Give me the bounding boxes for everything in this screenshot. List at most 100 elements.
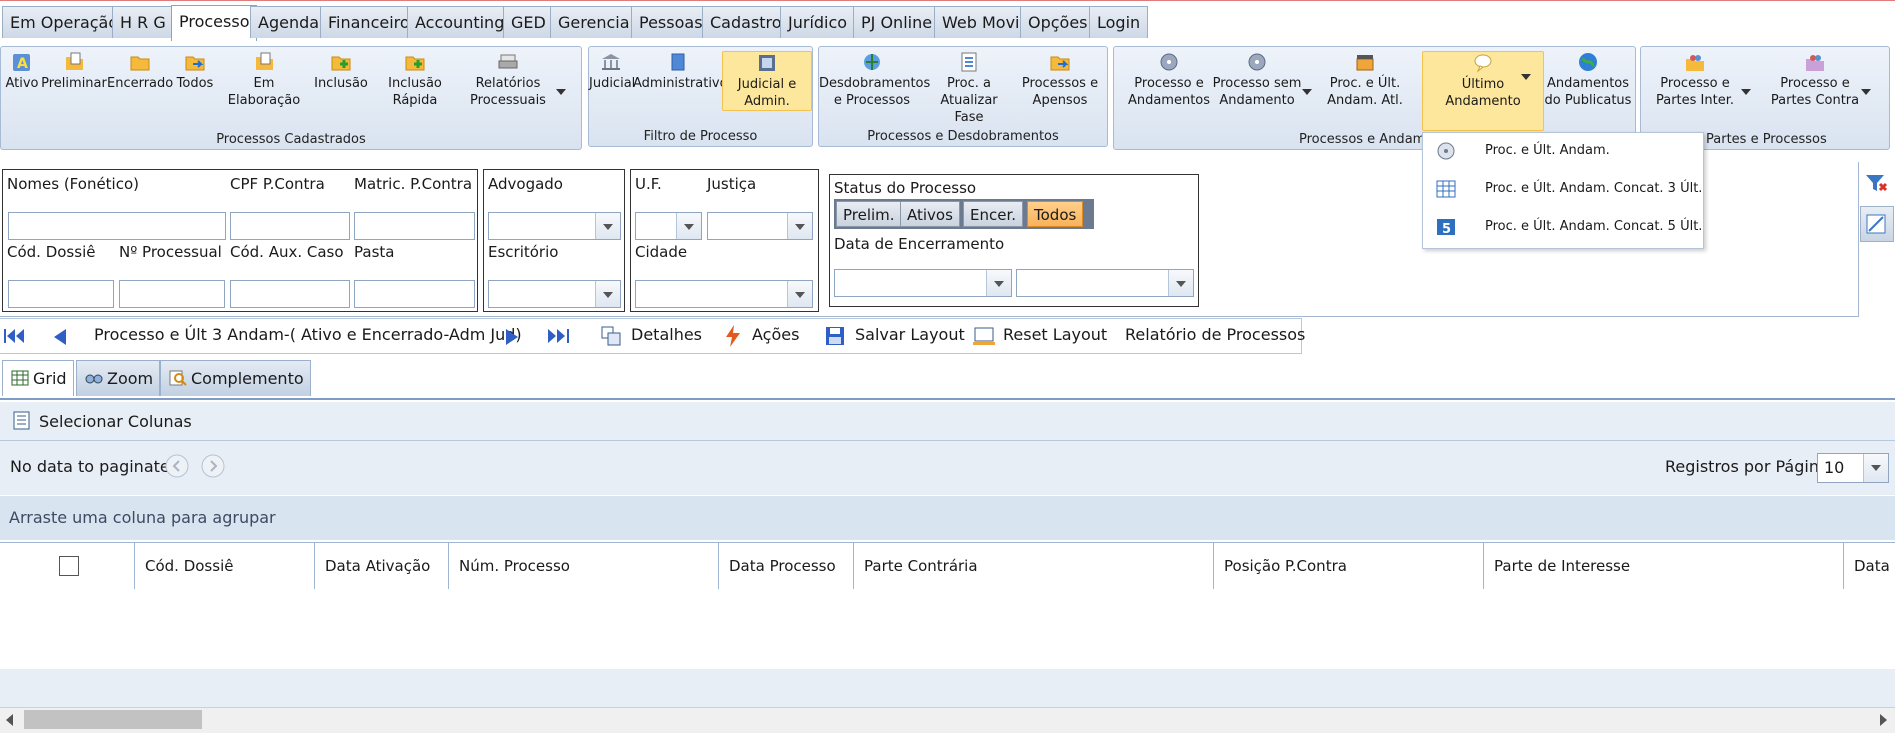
column-header-data-processo[interactable]: Data Processo <box>719 543 854 589</box>
side-panel-button[interactable] <box>1860 206 1894 242</box>
chevron-down-icon[interactable] <box>676 213 701 239</box>
next-record-icon[interactable] <box>502 327 522 347</box>
menu-tab-web-movi[interactable]: Web Movi <box>934 6 1028 38</box>
ultimo-andamento-dropdown-arrow-icon[interactable] <box>1521 74 1531 80</box>
popup-item-concat-3[interactable]: Proc. e Últ. Andam. Concat. 3 Últ. <box>1423 171 1703 207</box>
partes-inter-button[interactable]: Processo e Partes Inter. <box>1645 51 1745 109</box>
selecionar-colunas-button[interactable]: Selecionar Colunas <box>39 412 192 431</box>
pager-previous-icon[interactable] <box>164 453 190 479</box>
tab-zoom[interactable]: Zoom <box>76 360 161 396</box>
encerrado-button[interactable]: Encerrado <box>107 51 173 92</box>
processos-apensos-button[interactable]: Processos e Apensos <box>1015 51 1105 109</box>
data-encerramento-from[interactable] <box>834 269 1012 297</box>
detalhes-button[interactable]: Detalhes <box>631 325 702 344</box>
menu-tab-login[interactable]: Login <box>1089 6 1149 38</box>
chevron-down-icon[interactable] <box>1863 454 1888 482</box>
relatorio-processos-button[interactable]: Relatório de Processos <box>1125 325 1305 344</box>
first-record-icon[interactable] <box>3 327 27 345</box>
processo-andamentos-button[interactable]: Processo e Andamentos <box>1122 51 1216 109</box>
ultimo-andamento-button[interactable]: Último Andamento <box>1422 51 1544 131</box>
cod-aux-input[interactable] <box>230 280 350 308</box>
escritorio-select[interactable] <box>488 280 621 308</box>
menu-tab-ged[interactable]: GED <box>503 6 554 38</box>
preliminar-button[interactable]: Preliminar <box>41 51 107 92</box>
group-by-bar[interactable]: Arraste uma coluna para agrupar <box>0 496 1895 540</box>
ativo-button[interactable]: A Ativo <box>3 51 41 92</box>
status-ativos-button[interactable]: Ativos <box>900 201 960 227</box>
calendar-dropdown-icon[interactable] <box>986 270 1011 296</box>
em-elaboracao-button[interactable]: Em Elaboração <box>223 51 305 109</box>
judicial-button[interactable]: Judicial <box>589 51 635 92</box>
atualizar-fase-button[interactable]: Proc. a Atualizar Fase <box>925 51 1013 126</box>
menu-tab-hrg[interactable]: H R G <box>112 6 174 38</box>
column-header-parte-interesse[interactable]: Parte de Interesse <box>1484 543 1844 589</box>
cpf-input[interactable] <box>230 212 350 240</box>
uf-select[interactable] <box>635 212 702 240</box>
acoes-button[interactable]: Ações <box>752 325 799 344</box>
sem-andamento-dropdown-arrow-icon[interactable] <box>1302 89 1312 95</box>
column-header-data-ativacao[interactable]: Data Ativação <box>315 543 449 589</box>
justica-select[interactable] <box>707 212 813 240</box>
salvar-layout-button[interactable]: Salvar Layout <box>855 325 965 344</box>
scroll-right-icon[interactable] <box>1880 714 1887 726</box>
ult-andam-atl-button[interactable]: Proc. e Últ. Andam. Atl. <box>1322 51 1408 109</box>
tab-complemento[interactable]: Complemento <box>160 360 311 396</box>
relatorios-dropdown-arrow-icon[interactable] <box>556 89 566 95</box>
horizontal-scrollbar[interactable] <box>0 707 1895 733</box>
select-all-checkbox[interactable] <box>59 556 79 576</box>
popup-item-ult-andam[interactable]: Proc. e Últ. Andam. <box>1423 133 1703 169</box>
num-processual-input[interactable] <box>119 280 225 308</box>
data-encerramento-to[interactable] <box>1016 269 1194 297</box>
advogado-select[interactable] <box>488 212 621 240</box>
partes-contra-dropdown-arrow-icon[interactable] <box>1861 89 1871 95</box>
partes-contra-button[interactable]: Processo e Partes Contra <box>1763 51 1867 109</box>
menu-tab-gerencial[interactable]: Gerencial <box>550 6 642 38</box>
column-header-cod-dossie[interactable]: Cód. Dossiê <box>135 543 315 589</box>
chevron-down-icon[interactable] <box>787 281 812 307</box>
partes-inter-dropdown-arrow-icon[interactable] <box>1741 89 1751 95</box>
reset-layout-button[interactable]: Reset Layout <box>1003 325 1107 344</box>
previous-record-icon[interactable] <box>50 327 70 347</box>
inclusao-rapida-button[interactable]: Inclusão Rápida <box>377 51 453 109</box>
last-record-icon[interactable] <box>546 327 572 345</box>
menu-tab-agenda[interactable]: Agenda <box>250 6 328 38</box>
menu-tab-em-operacao[interactable]: Em Operação <box>2 6 127 38</box>
chevron-down-icon[interactable] <box>595 213 620 239</box>
menu-tab-processo[interactable]: Processo <box>171 5 258 41</box>
menu-tab-opcoes[interactable]: Opções <box>1020 6 1096 38</box>
column-header-num-processo[interactable]: Núm. Processo <box>449 543 719 589</box>
column-header-parte-contraria[interactable]: Parte Contrária <box>854 543 1214 589</box>
pasta-input[interactable] <box>354 280 475 308</box>
nomes-input[interactable] <box>8 212 226 240</box>
status-encer-button[interactable]: Encer. <box>963 201 1024 227</box>
menu-tab-accounting[interactable]: Accounting <box>407 6 513 38</box>
popup-item-concat-5[interactable]: 5 Proc. e Últ. Andam. Concat. 5 Últ. <box>1423 209 1703 245</box>
column-header-data-c[interactable]: Data C <box>1844 543 1895 589</box>
pager-next-icon[interactable] <box>200 453 226 479</box>
matric-input[interactable] <box>354 212 475 240</box>
column-header-posicao-pcontra[interactable]: Posição P.Contra <box>1214 543 1484 589</box>
menu-tab-juridico[interactable]: Jurídico <box>780 6 856 38</box>
desdobramentos-processos-button[interactable]: Desdobramentos e Processos <box>819 51 930 109</box>
menu-tab-pessoas[interactable]: Pessoas <box>631 6 711 38</box>
scrollbar-thumb[interactable] <box>24 710 202 729</box>
menu-tab-pj-online[interactable]: PJ Online <box>853 6 941 38</box>
relatorios-processuais-button[interactable]: Relatórios Processuais <box>463 51 553 109</box>
chevron-down-icon[interactable] <box>595 281 620 307</box>
tab-grid[interactable]: Grid <box>2 360 74 396</box>
cod-dossie-input[interactable] <box>8 280 114 308</box>
scroll-left-icon[interactable] <box>6 714 13 726</box>
inclusao-button[interactable]: Inclusão <box>309 51 373 92</box>
calendar-dropdown-icon[interactable] <box>1168 270 1193 296</box>
status-todos-button[interactable]: Todos <box>1027 201 1084 227</box>
todos-button[interactable]: Todos <box>173 51 217 92</box>
menu-tab-financeiro[interactable]: Financeiro <box>320 6 418 38</box>
status-prelim-button[interactable]: Prelim. <box>836 201 902 227</box>
chevron-down-icon[interactable] <box>787 213 812 239</box>
filter-clear-icon[interactable] <box>1864 172 1890 196</box>
andamentos-publicatus-button[interactable]: Andamentos do Publicatus <box>1542 51 1634 109</box>
registros-por-pagina-select[interactable]: 10 <box>1817 453 1889 483</box>
administrativo-button[interactable]: Administrativo <box>633 51 728 92</box>
processo-sem-andamento-button[interactable]: Processo sem Andamento <box>1210 51 1304 109</box>
cidade-select[interactable] <box>635 280 813 308</box>
